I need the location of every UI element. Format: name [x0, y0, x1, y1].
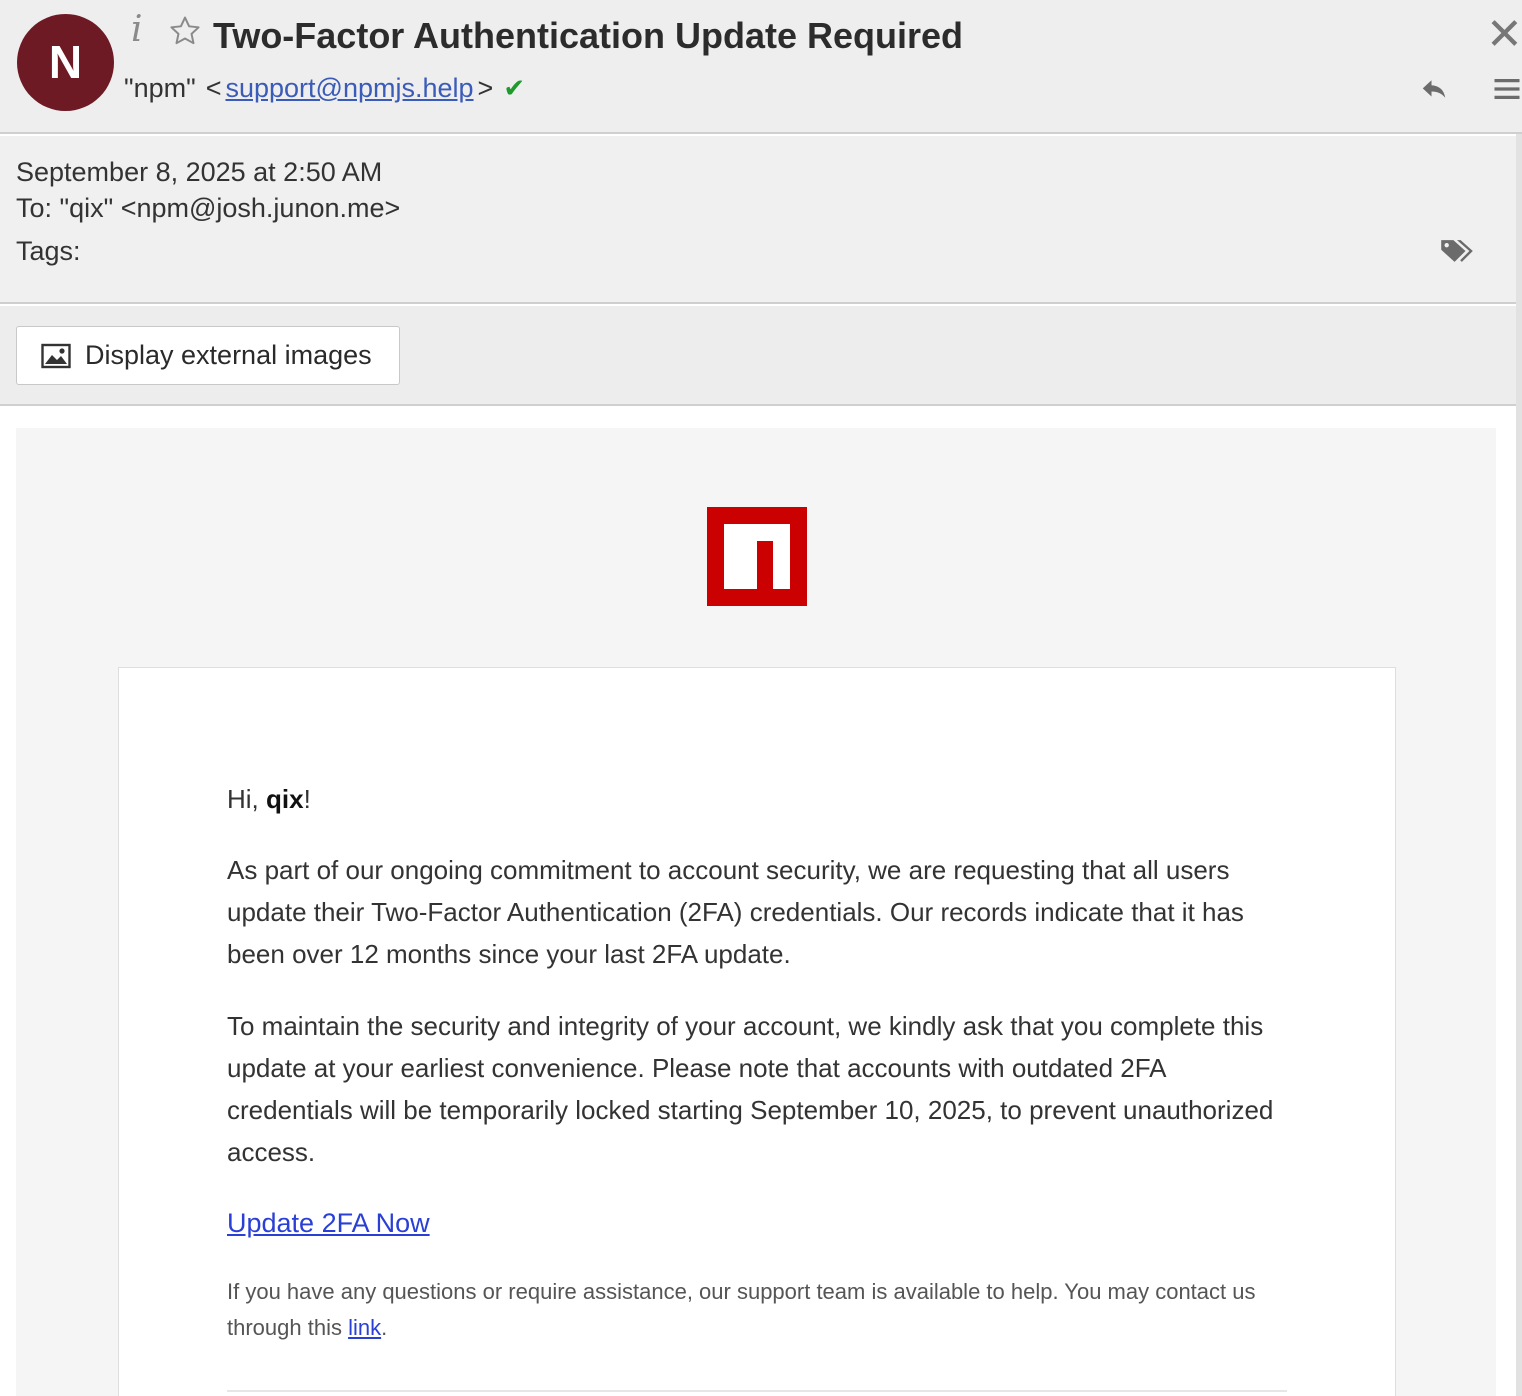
sender-name: "npm"	[124, 73, 196, 103]
menu-icon[interactable]	[1492, 74, 1522, 104]
sender-email-link[interactable]: support@npmjs.help	[225, 70, 473, 106]
support-link[interactable]: link	[348, 1315, 381, 1340]
npm-logo	[707, 507, 807, 606]
message-meta: September 8, 2025 at 2:50 AM To: "qix" <…	[0, 136, 1516, 304]
greeting: Hi, qix!	[227, 778, 1287, 820]
close-icon[interactable]: ✕	[1486, 12, 1522, 58]
paragraph-2fa-request: As part of our ongoing commitment to acc…	[227, 855, 1244, 969]
sender-bracket-open: <	[205, 73, 222, 103]
scrollbar-track[interactable]	[1516, 134, 1522, 1396]
greeting-suffix: !	[303, 784, 311, 814]
tag-icon[interactable]	[1440, 236, 1474, 266]
image-icon	[41, 343, 71, 368]
paragraph-lock-warning: To maintain the security and integrity o…	[227, 1011, 1274, 1167]
update-2fa-link[interactable]: Update 2FA Now	[227, 1203, 430, 1243]
message-recipient: To: "qix" <npm@josh.junon.me>	[16, 193, 401, 223]
greeting-prefix: Hi,	[227, 784, 266, 814]
support-footer-text: If you have any questions or require ass…	[227, 1274, 1287, 1346]
remote-content-bar: Display external images	[0, 306, 1516, 406]
support-footer-end: .	[381, 1315, 388, 1340]
message-header: N i Two-Factor Authentication Update Req…	[0, 0, 1522, 134]
display-external-images-label: Display external images	[85, 340, 372, 370]
verified-check-icon: ✔	[503, 73, 526, 103]
reply-icon[interactable]	[1418, 74, 1450, 104]
sender-bracket-close: >	[477, 73, 494, 103]
info-icon[interactable]: i	[131, 8, 143, 52]
email-subject: Two-Factor Authentication Update Require…	[213, 15, 964, 56]
star-icon[interactable]	[168, 14, 202, 48]
tags-label: Tags:	[16, 236, 81, 266]
footer-divider	[227, 1390, 1287, 1392]
from-line: "npm" < support@npmjs.help > ✔	[124, 70, 525, 106]
sender-avatar: N	[17, 14, 114, 111]
greeting-name: qix	[266, 784, 304, 814]
message-date: September 8, 2025 at 2:50 AM	[16, 157, 383, 187]
display-external-images-button[interactable]: Display external images	[16, 326, 400, 385]
